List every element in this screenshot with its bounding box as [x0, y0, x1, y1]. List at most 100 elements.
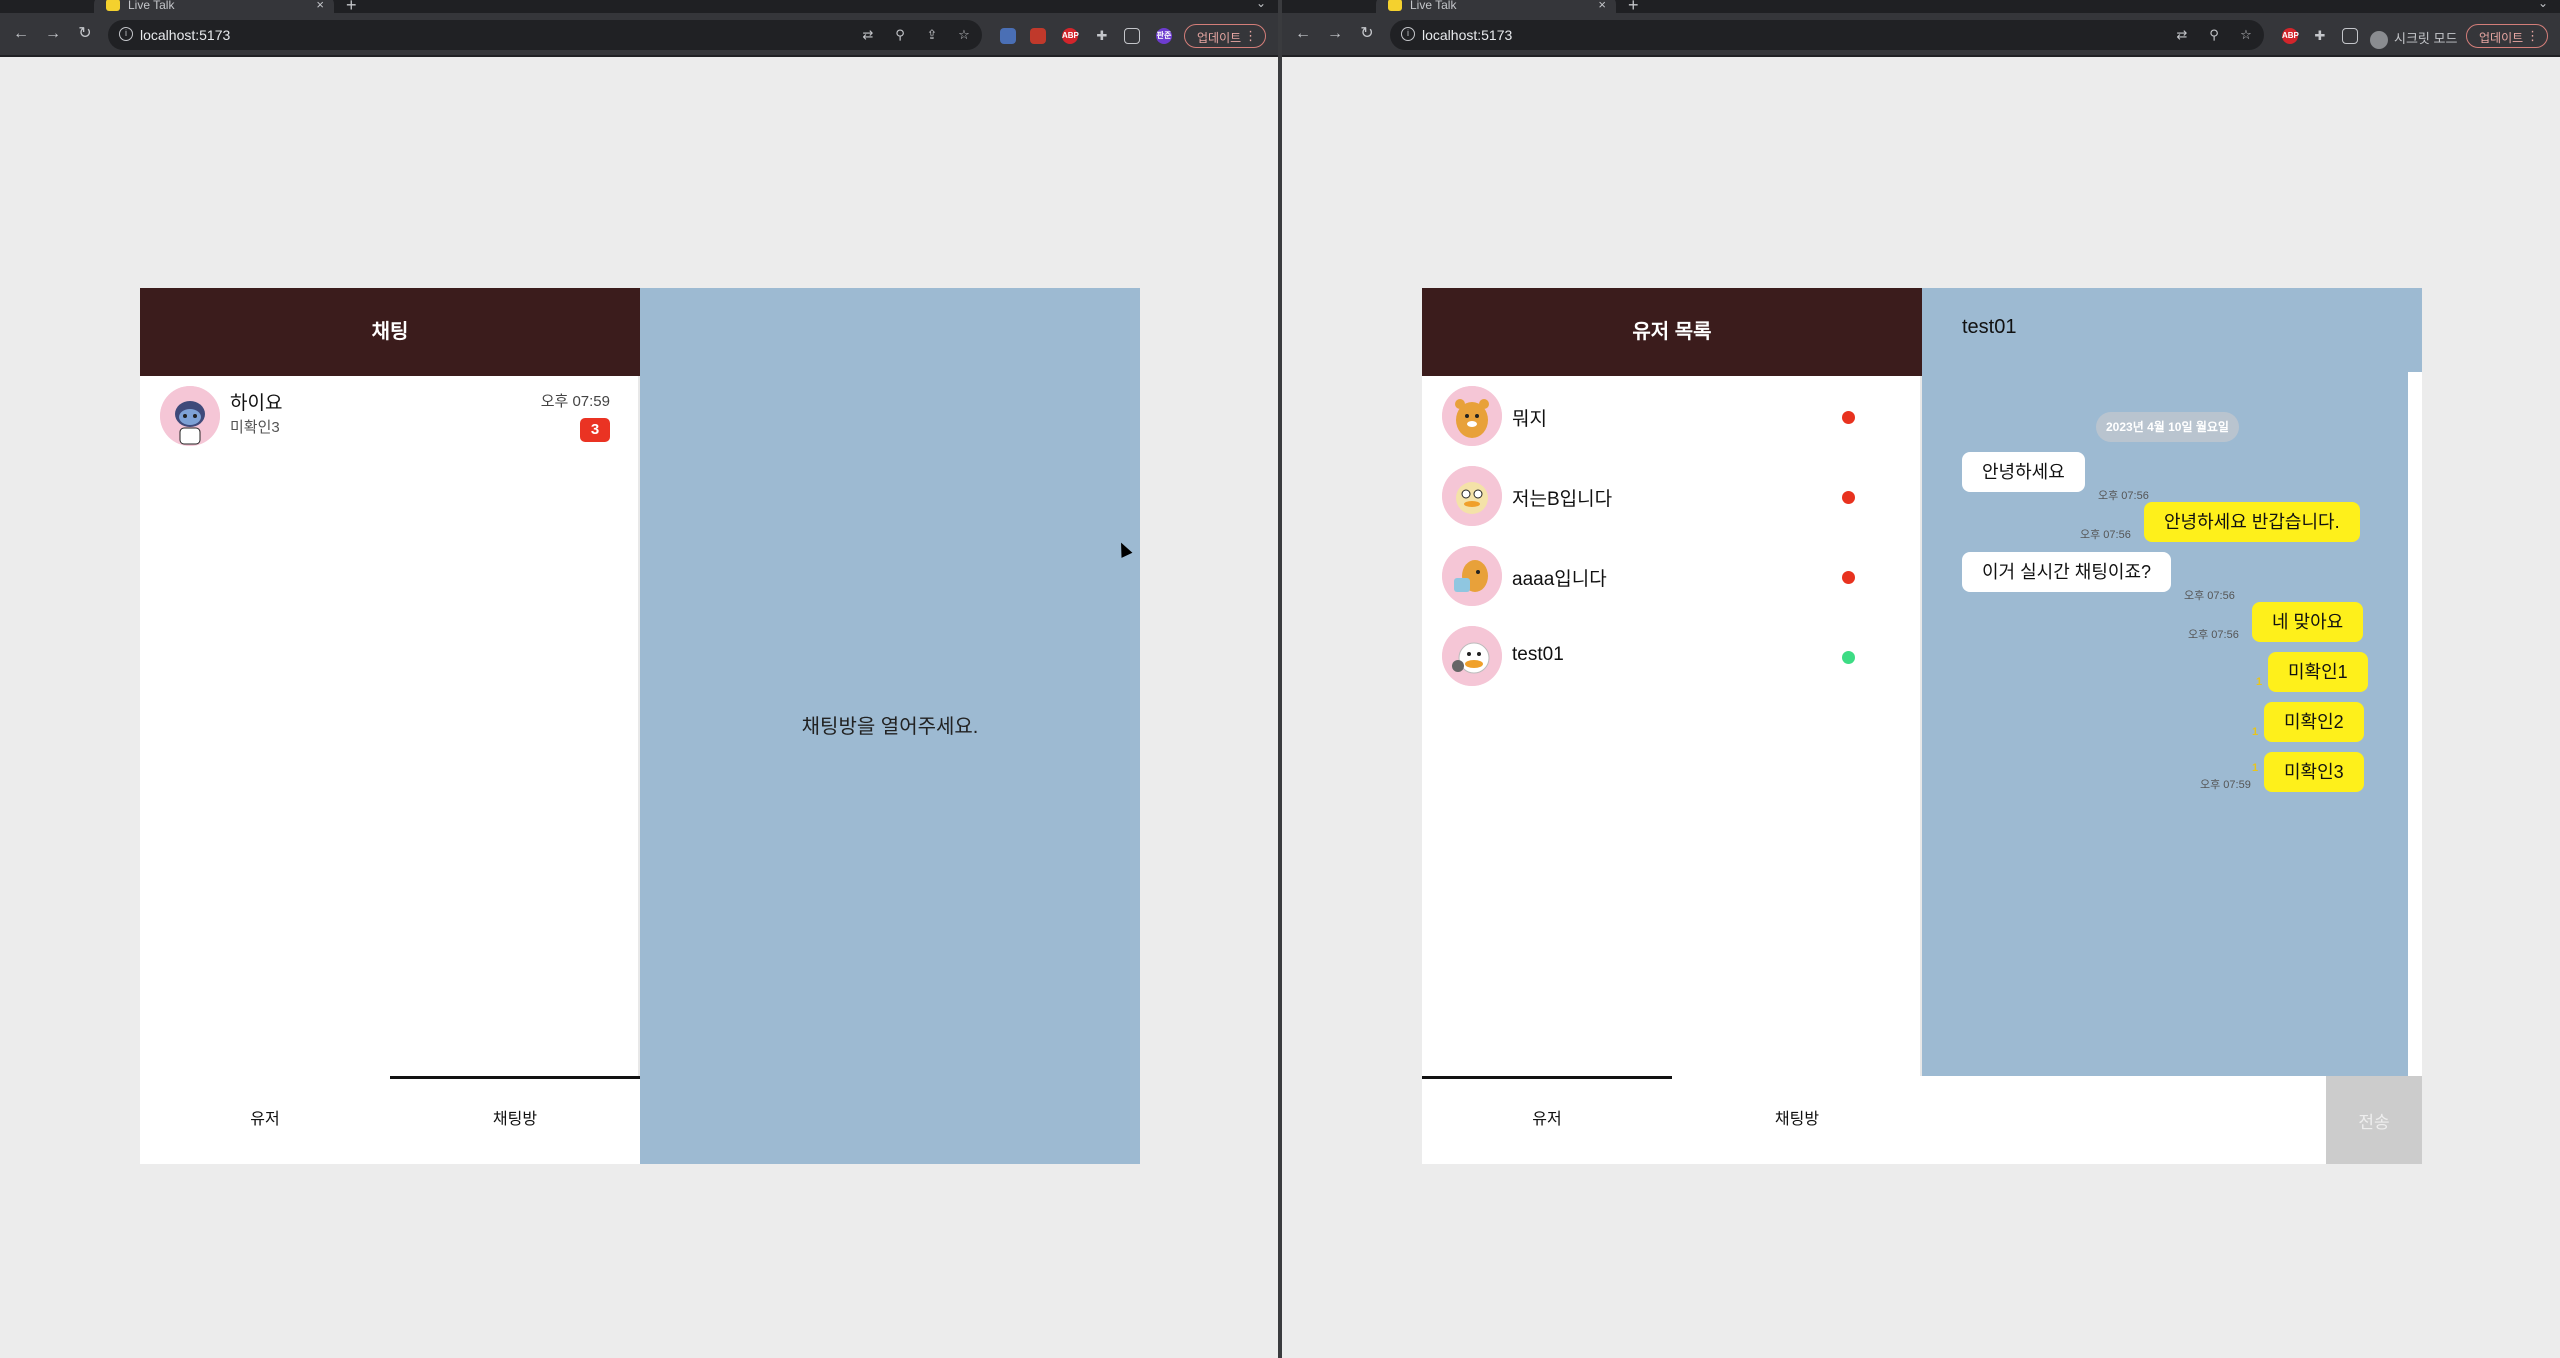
tab-chatrooms[interactable]: 채팅방: [390, 1076, 640, 1164]
tab-search-chevron-icon[interactable]: ⌄: [1256, 0, 1266, 10]
chat-app: 유저 목록 뭐지 저는B입니다 aaaa입니다 test01 유저 채팅방 te…: [1422, 288, 2422, 1164]
empty-state-message: 채팅방을 열어주세요.: [801, 716, 979, 738]
message-bubble-outgoing: 미확인1: [2268, 652, 2368, 692]
tab-users[interactable]: 유저: [1422, 1076, 1672, 1164]
translate-icon[interactable]: ⇄: [860, 27, 876, 43]
send-button[interactable]: 전송: [2326, 1076, 2422, 1164]
sidebar-header: 유저 목록: [1422, 288, 1922, 376]
message-time: 오후 07:56: [2098, 490, 2149, 502]
message-list: 2023년 4월 10일 월요일 안녕하세요 오후 07:56 안녕하세요 반갑…: [1922, 376, 2408, 1076]
incognito-indicator[interactable]: 시크릿 모드: [2370, 28, 2457, 49]
tab-search-chevron-icon[interactable]: ⌄: [2538, 0, 2548, 10]
update-label: 업데이트: [1197, 31, 1242, 45]
address-bar[interactable]: i localhost:5173 ⇄ ⚲ ☆: [1390, 20, 2264, 50]
adblock-icon[interactable]: ABP: [1062, 28, 1079, 44]
message-bubble-outgoing: 미확인3: [2264, 752, 2364, 792]
side-panel-icon[interactable]: [2342, 28, 2358, 44]
tab-close-icon[interactable]: ×: [316, 0, 324, 12]
browser-window-right: Live Talk × + ⌄ ← → ↻ i localhost:5173 ⇄…: [1282, 0, 2560, 1358]
zoom-icon[interactable]: ⚲: [2206, 27, 2222, 43]
user-name: 저는B입니다: [1512, 489, 1613, 510]
user-item[interactable]: 저는B입니다: [1422, 456, 1912, 536]
sidebar: 채팅 하이요 미확인3 오후 07:59 3 유저 채팅방: [140, 288, 640, 1164]
browser-tab[interactable]: Live Talk ×: [94, 0, 334, 13]
tab-title: Live Talk: [128, 0, 175, 12]
update-button[interactable]: 업데이트 ⋮: [2466, 24, 2549, 48]
forward-arrow-icon[interactable]: →: [42, 23, 64, 45]
unread-count: 1: [2256, 676, 2263, 688]
tab-close-icon[interactable]: ×: [1598, 0, 1606, 12]
scrollbar[interactable]: [2408, 372, 2422, 1076]
address-bar[interactable]: i localhost:5173 ⇄ ⚲ ⇪ ☆: [108, 20, 982, 50]
browser-tab[interactable]: Live Talk ×: [1376, 0, 1616, 13]
room-time: 오후 07:59: [540, 393, 610, 410]
date-separator: 2023년 4월 10일 월요일: [2096, 412, 2239, 442]
browser-toolbar: ← → ↻ i localhost:5173 ⇄ ⚲ ☆ ABP ✚ 시크릿 모…: [1282, 13, 2560, 57]
user-item[interactable]: test01: [1422, 616, 1912, 696]
chat-room: test01 2023년 4월 10일 월요일 안녕하세요 오후 07:56 안…: [1922, 288, 2422, 1164]
avatar: [1442, 626, 1502, 686]
extensions-puzzle-icon[interactable]: ✚: [1094, 28, 1110, 44]
chat-app: 채팅 하이요 미확인3 오후 07:59 3 유저 채팅방 채팅방을 열어주세요…: [140, 288, 1140, 1164]
tab-users[interactable]: 유저: [140, 1076, 390, 1164]
chat-panel-empty: 채팅방을 열어주세요.: [640, 288, 1140, 1164]
sidebar: 유저 목록 뭐지 저는B입니다 aaaa입니다 test01 유저 채팅방: [1422, 288, 1922, 1164]
zoom-icon[interactable]: ⚲: [892, 27, 908, 43]
message-time: 오후 07:56: [2184, 590, 2235, 602]
reload-icon[interactable]: ↻: [1356, 23, 1378, 45]
update-label: 업데이트: [2479, 31, 2524, 45]
url-text: localhost:5173: [1422, 27, 1513, 43]
bookmark-star-icon[interactable]: ☆: [2238, 27, 2254, 43]
user-name: 뭐지: [1512, 409, 1547, 430]
adblock-icon[interactable]: ABP: [2282, 28, 2299, 44]
tab-chatrooms[interactable]: 채팅방: [1672, 1076, 1922, 1164]
online-status-dot: [1842, 651, 1855, 664]
message-input[interactable]: [1922, 1076, 2326, 1164]
profile-avatar[interactable]: 판준: [1156, 28, 1172, 44]
live-talk-favicon-icon: [1388, 0, 1402, 11]
share-icon[interactable]: ⇪: [924, 27, 940, 43]
user-item[interactable]: 뭐지: [1422, 376, 1912, 456]
offline-status-dot: [1842, 571, 1855, 584]
message-time: 오후 07:59: [2200, 779, 2251, 791]
duck-character-icon: [1442, 466, 1502, 526]
update-button[interactable]: 업데이트 ⋮: [1184, 24, 1267, 48]
reload-icon[interactable]: ↻: [74, 23, 96, 45]
chat-room-item[interactable]: 하이요 미확인3 오후 07:59 3: [140, 376, 630, 456]
message-time: 오후 07:56: [2188, 629, 2239, 641]
live-talk-favicon-icon: [106, 0, 120, 11]
avatar: [160, 386, 220, 446]
character-icon: [160, 386, 220, 446]
back-arrow-icon[interactable]: ←: [1292, 23, 1314, 45]
menu-dots-icon[interactable]: ⋮: [1244, 28, 1257, 44]
extension-red-icon[interactable]: [1030, 28, 1046, 44]
forward-arrow-icon[interactable]: →: [1324, 23, 1346, 45]
extensions-puzzle-icon[interactable]: ✚: [2312, 28, 2328, 44]
user-list: 뭐지 저는B입니다 aaaa입니다 test01: [1422, 376, 1922, 1076]
browser-window-left: Live Talk × + ⌄ ← → ↻ i localhost:5173 ⇄…: [0, 0, 1278, 1358]
duck-character-icon: [1442, 626, 1502, 686]
bookmark-star-icon[interactable]: ☆: [956, 27, 972, 43]
chat-header: test01: [1922, 288, 2422, 376]
site-info-icon[interactable]: i: [1401, 27, 1415, 41]
sidebar-header: 채팅: [140, 288, 640, 376]
message-bubble-incoming: 이거 실시간 채팅이죠?: [1962, 552, 2172, 592]
message-bubble-incoming: 안녕하세요: [1962, 452, 2085, 492]
bottom-tab-bar: 유저 채팅방: [140, 1076, 640, 1164]
incognito-icon: [2370, 30, 2388, 49]
chat-room-list: 하이요 미확인3 오후 07:59 3: [140, 376, 640, 1076]
message-time: 오후 07:56: [2080, 529, 2131, 541]
back-arrow-icon[interactable]: ←: [10, 23, 32, 45]
menu-dots-icon[interactable]: ⋮: [2526, 28, 2539, 44]
lion-character-icon: [1442, 386, 1502, 446]
site-info-icon[interactable]: i: [119, 27, 133, 41]
extension-icon[interactable]: [1000, 28, 1016, 44]
offline-status-dot: [1842, 411, 1855, 424]
side-panel-icon[interactable]: [1124, 28, 1140, 44]
offline-status-dot: [1842, 491, 1855, 504]
translate-icon[interactable]: ⇄: [2174, 27, 2190, 43]
avatar: [1442, 466, 1502, 526]
bottom-tab-bar: 유저 채팅방: [1422, 1076, 1922, 1164]
message-bubble-outgoing: 안녕하세요 반갑습니다.: [2144, 502, 2360, 542]
user-item[interactable]: aaaa입니다: [1422, 536, 1912, 616]
